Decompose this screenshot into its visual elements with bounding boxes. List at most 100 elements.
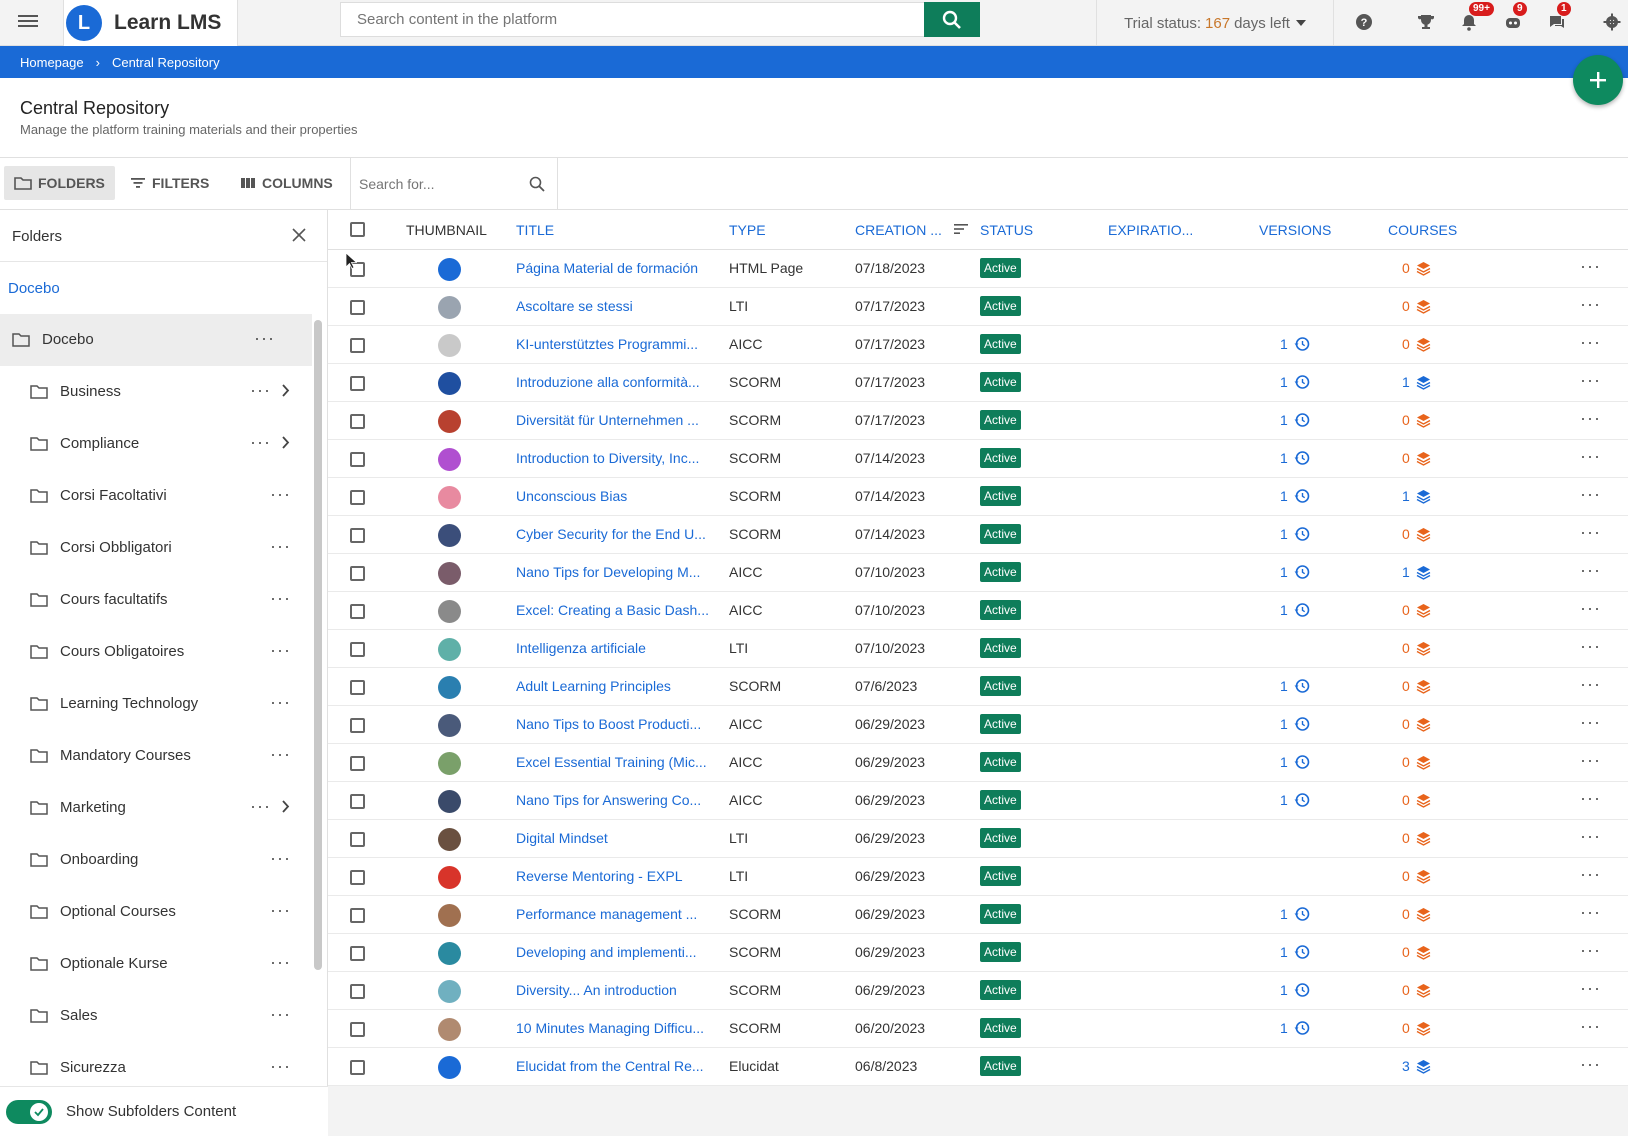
folder-item[interactable]: Business ··· bbox=[0, 366, 312, 418]
table-row[interactable]: Nano Tips to Boost Producti... AICC 06/29/… bbox=[328, 706, 1628, 744]
row-more-options-icon[interactable]: ··· bbox=[1580, 864, 1601, 885]
row-title[interactable]: Nano Tips for Developing M... bbox=[516, 564, 721, 580]
row-more-options-icon[interactable]: ··· bbox=[1580, 902, 1601, 923]
header-versions[interactable]: VERSIONS bbox=[1259, 222, 1331, 238]
folder-item[interactable]: Cours Obligatoires ··· bbox=[0, 626, 312, 678]
more-options-icon[interactable]: ··· bbox=[270, 848, 291, 869]
versions-link[interactable]: 1 bbox=[1280, 526, 1310, 542]
row-more-options-icon[interactable]: ··· bbox=[1580, 826, 1601, 847]
folder-item[interactable]: Marketing ··· bbox=[0, 782, 312, 834]
search-button[interactable] bbox=[924, 2, 980, 37]
versions-link[interactable]: 1 bbox=[1280, 602, 1310, 618]
row-title[interactable]: Diversität für Unternehmen ... bbox=[516, 412, 721, 428]
folder-item[interactable]: Optional Courses ··· bbox=[0, 886, 312, 938]
trophy-icon[interactable] bbox=[1414, 10, 1438, 34]
row-title[interactable]: Reverse Mentoring - EXPL bbox=[516, 868, 721, 884]
row-checkbox[interactable] bbox=[350, 528, 365, 543]
row-title[interactable]: Página Material de formación bbox=[516, 260, 721, 276]
row-checkbox[interactable] bbox=[350, 908, 365, 923]
table-row[interactable]: Elucidat from the Central Re... Elucidat 0… bbox=[328, 1048, 1628, 1086]
row-checkbox[interactable] bbox=[350, 604, 365, 619]
row-checkbox[interactable] bbox=[350, 452, 365, 467]
global-search-input[interactable] bbox=[341, 3, 924, 36]
courses-link[interactable]: 0 bbox=[1402, 982, 1431, 998]
versions-link[interactable]: 1 bbox=[1280, 982, 1310, 998]
versions-link[interactable]: 1 bbox=[1280, 906, 1310, 922]
versions-link[interactable]: 1 bbox=[1280, 412, 1310, 428]
versions-link[interactable]: 1 bbox=[1280, 944, 1310, 960]
versions-link[interactable]: 1 bbox=[1280, 1020, 1310, 1036]
folder-item[interactable]: Corsi Facoltativi ··· bbox=[0, 470, 312, 522]
folder-item[interactable]: Corsi Obbligatori ··· bbox=[0, 522, 312, 574]
more-options-icon[interactable]: ··· bbox=[270, 952, 291, 973]
chevron-right-icon[interactable] bbox=[282, 436, 290, 449]
trial-status[interactable]: Trial status: 167 days left bbox=[1096, 0, 1334, 46]
courses-link[interactable]: 0 bbox=[1402, 526, 1431, 542]
header-creation[interactable]: CREATION ... bbox=[855, 222, 942, 238]
row-more-options-icon[interactable]: ··· bbox=[1580, 1016, 1601, 1037]
versions-link[interactable]: 1 bbox=[1280, 716, 1310, 732]
row-title[interactable]: Diversity... An introduction bbox=[516, 982, 721, 998]
row-more-options-icon[interactable]: ··· bbox=[1580, 522, 1601, 543]
row-title[interactable]: 10 Minutes Managing Difficu... bbox=[516, 1020, 721, 1036]
table-row[interactable]: Excel Essential Training (Mic... AICC 06/2… bbox=[328, 744, 1628, 782]
courses-link[interactable]: 0 bbox=[1402, 716, 1431, 732]
chevron-right-icon[interactable] bbox=[282, 800, 290, 813]
row-title[interactable]: KI-unterstütztes Programmi... bbox=[516, 336, 721, 352]
row-title[interactable]: Intelligenza artificiale bbox=[516, 640, 721, 656]
courses-link[interactable]: 0 bbox=[1402, 792, 1431, 808]
show-subfolders-toggle[interactable] bbox=[6, 1099, 52, 1124]
breadcrumb-home[interactable]: Homepage bbox=[20, 55, 84, 70]
table-row[interactable]: Introduzione alla conformità... SCORM 07/1… bbox=[328, 364, 1628, 402]
row-title[interactable]: Excel: Creating a Basic Dash... bbox=[516, 602, 721, 618]
columns-button[interactable]: COLUMNS bbox=[230, 166, 343, 200]
table-row[interactable]: Cyber Security for the End U... SCORM 07/1… bbox=[328, 516, 1628, 554]
table-row[interactable]: Excel: Creating a Basic Dash... AICC 07/10… bbox=[328, 592, 1628, 630]
row-more-options-icon[interactable]: ··· bbox=[1580, 560, 1601, 581]
header-expiration[interactable]: EXPIRATIO... bbox=[1108, 222, 1193, 238]
help-icon[interactable]: ? bbox=[1352, 10, 1376, 34]
courses-link[interactable]: 0 bbox=[1402, 450, 1431, 466]
table-row[interactable]: Diversity... An introduction SCORM 06/29/2… bbox=[328, 972, 1628, 1010]
more-options-icon[interactable]: ··· bbox=[270, 1056, 291, 1077]
versions-link[interactable]: 1 bbox=[1280, 792, 1310, 808]
more-options-icon[interactable]: ··· bbox=[270, 484, 291, 505]
folder-root-link[interactable]: Docebo bbox=[0, 262, 327, 314]
table-row[interactable]: KI-unterstütztes Programmi... AICC 07/17/2… bbox=[328, 326, 1628, 364]
row-checkbox[interactable] bbox=[350, 376, 365, 391]
row-more-options-icon[interactable]: ··· bbox=[1580, 788, 1601, 809]
courses-link[interactable]: 0 bbox=[1402, 868, 1431, 884]
app-logo[interactable]: L Learn LMS bbox=[63, 0, 238, 46]
row-more-options-icon[interactable]: ··· bbox=[1580, 674, 1601, 695]
folder-item[interactable]: Learning Technology ··· bbox=[0, 678, 312, 730]
table-row[interactable]: Reverse Mentoring - EXPL LTI 06/29/2023 Act… bbox=[328, 858, 1628, 896]
row-more-options-icon[interactable]: ··· bbox=[1580, 332, 1601, 353]
row-checkbox[interactable] bbox=[350, 642, 365, 657]
versions-link[interactable]: 1 bbox=[1280, 488, 1310, 504]
row-title[interactable]: Elucidat from the Central Re... bbox=[516, 1058, 721, 1074]
row-more-options-icon[interactable]: ··· bbox=[1580, 446, 1601, 467]
versions-link[interactable]: 1 bbox=[1280, 754, 1310, 770]
more-options-icon[interactable]: ··· bbox=[270, 692, 291, 713]
folder-item[interactable]: Onboarding ··· bbox=[0, 834, 312, 886]
courses-link[interactable]: 0 bbox=[1402, 754, 1431, 770]
table-row[interactable]: Unconscious Bias SCORM 07/14/2023 Active 1 1 ·… bbox=[328, 478, 1628, 516]
more-options-icon[interactable]: ··· bbox=[270, 744, 291, 765]
folder-item[interactable]: Sales ··· bbox=[0, 990, 312, 1042]
row-more-options-icon[interactable]: ··· bbox=[1580, 978, 1601, 999]
row-more-options-icon[interactable]: ··· bbox=[1580, 408, 1601, 429]
row-title[interactable]: Excel Essential Training (Mic... bbox=[516, 754, 721, 770]
row-checkbox[interactable] bbox=[350, 1022, 365, 1037]
table-row[interactable]: Nano Tips for Answering Co... AICC 06/29/2… bbox=[328, 782, 1628, 820]
row-more-options-icon[interactable]: ··· bbox=[1580, 256, 1601, 277]
row-title[interactable]: Unconscious Bias bbox=[516, 488, 721, 504]
table-row[interactable]: Performance management ... SCORM 06/29/202… bbox=[328, 896, 1628, 934]
versions-link[interactable]: 1 bbox=[1280, 450, 1310, 466]
bell-icon[interactable]: 99+ bbox=[1457, 2, 1494, 34]
row-title[interactable]: Nano Tips to Boost Producti... bbox=[516, 716, 721, 732]
folder-item[interactable]: Optionale Kurse ··· bbox=[0, 938, 312, 990]
courses-link[interactable]: 0 bbox=[1402, 602, 1431, 618]
row-more-options-icon[interactable]: ··· bbox=[1580, 484, 1601, 505]
row-title[interactable]: Digital Mindset bbox=[516, 830, 721, 846]
courses-link[interactable]: 0 bbox=[1402, 412, 1431, 428]
